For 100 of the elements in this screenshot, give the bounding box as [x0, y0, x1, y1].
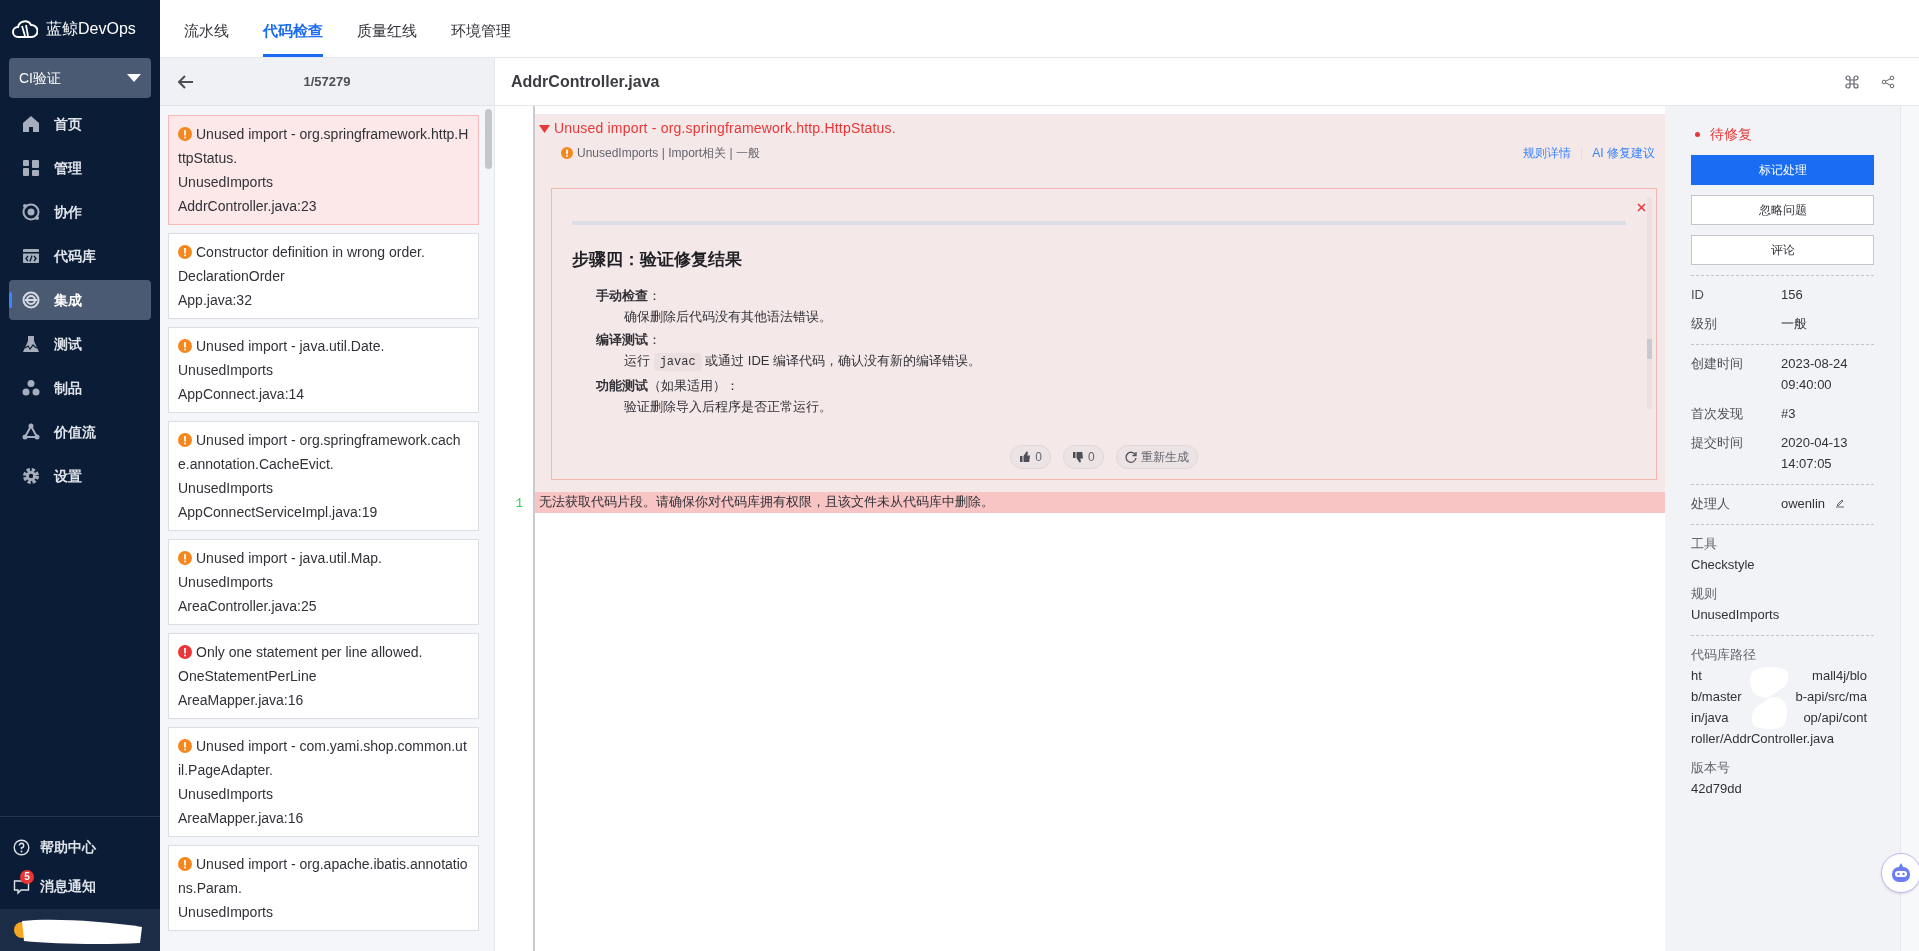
field-value: 42d79dd [1691, 780, 1743, 798]
line-number: 1 [514, 496, 524, 513]
issue-card[interactable]: Constructor definition in wrong order. DeclarationOrder App.java:32 [168, 233, 479, 319]
caret-down-icon [127, 74, 141, 82]
field-label: 创建时间 [1691, 355, 1744, 373]
path-fragment: b-api/src/ma [1795, 688, 1867, 706]
rule-name: UnusedImports [178, 785, 274, 804]
project-dropdown[interactable]: CI验证 [9, 58, 151, 98]
issue-card[interactable]: Unused import - org.springframework.http.HttpStatus. UnusedImports AddrController.java:23 [168, 115, 479, 225]
issue-card[interactable]: Unused import - org.springframework.cache.annotation.CacheEvict. UnusedImports AppConnectServiceImpl.java:19 [168, 421, 479, 531]
path-fragment: in/java [1691, 709, 1729, 727]
path-fragment: b/master [1691, 688, 1742, 706]
dislike-button[interactable]: 0 [1063, 445, 1104, 469]
issue-message: Unused import - org.apache.ibatis.annotations.Param. [178, 855, 469, 898]
field-label: 提交时间 [1691, 434, 1744, 452]
edit-icon[interactable] [1835, 498, 1846, 508]
step-description: 确保删除后代码没有其他语法错误。 [623, 307, 833, 326]
issue-counter: 1/57279 [303, 72, 351, 91]
like-button[interactable]: 0 [1010, 445, 1051, 469]
field-value: 一般 [1781, 315, 1808, 333]
file-location: AppConnect.java:14 [178, 385, 306, 404]
issue-card[interactable]: Unused import - com.yami.shop.common.util.PageAdapter. UnusedImports AreaMapper.java:16 [168, 727, 479, 837]
top-tab[interactable]: 质量红线 [357, 9, 417, 57]
issue-message: Unused import - java.util.Date. [178, 334, 469, 358]
issue-message: Unused import - java.util.Map. [178, 546, 469, 570]
issue-message: Unused import - org.springframework.cache.annotation.CacheEvict. [178, 431, 462, 474]
artifact-icon [22, 379, 40, 397]
nav-item[interactable]: 设置 [9, 456, 151, 496]
issue-meta: UnusedImports | Import相关 | 一般 [561, 144, 760, 162]
caret-down-icon[interactable] [539, 123, 550, 134]
step-title: 手动检查： [596, 286, 662, 305]
path-fragment: ht [1691, 667, 1702, 685]
step-description: 验证删除导入后程序是否正常运行。 [623, 397, 833, 416]
issue-card[interactable]: Unused import - org.apache.ibatis.annotations.Param. UnusedImports [168, 845, 479, 931]
share-icon[interactable] [1881, 74, 1895, 89]
top-tab[interactable]: 环境管理 [451, 9, 511, 57]
nav-item[interactable]: 测试 [9, 324, 151, 364]
issue-card[interactable]: Unused import - java.util.Date. UnusedImports AppConnect.java:14 [168, 327, 479, 413]
step-description: 运行 javac 或通过 IDE 编译代码，确认没有新的编译错误。 [623, 351, 983, 373]
thumbs-up-icon [1019, 451, 1032, 463]
settings-icon [22, 467, 40, 485]
close-icon[interactable] [1637, 203, 1646, 212]
nav-footer-item[interactable]: 帮助中心 [0, 831, 160, 858]
status-label: 待修复 [1710, 125, 1752, 144]
field-value: owenlin [1781, 495, 1826, 513]
file-location: AreaMapper.java:16 [178, 691, 305, 710]
refresh-icon [1124, 451, 1137, 463]
step-title: 功能测试（如果适用）： [596, 376, 740, 395]
nav-item[interactable]: 集成 [9, 280, 151, 320]
field-label: 首次发现 [1691, 405, 1744, 423]
home-icon [22, 115, 40, 133]
nav-item[interactable]: 协作 [9, 192, 151, 232]
issue-card[interactable]: Unused import - java.util.Map. UnusedImports AreaController.java:25 [168, 539, 479, 625]
file-location: App.java:32 [178, 291, 253, 310]
issue-message: Unused import - com.yami.shop.common.util.PageAdapter. [178, 737, 468, 780]
field-label: 级别 [1691, 315, 1718, 333]
field-value: 2020-04-13 14:07:05 [1781, 434, 1849, 473]
top-tab[interactable]: 流水线 [184, 9, 229, 57]
code-repo-icon [22, 247, 40, 265]
path-fragment: op/api/cont [1803, 709, 1867, 727]
issue-message: Unused import - org.springframework.http.HttpStatus. [178, 125, 469, 168]
flask-icon [22, 335, 40, 353]
nav-item[interactable]: 价值流 [9, 412, 151, 452]
step-heading: 步骤四：验证修复结果 [572, 249, 743, 271]
field-label: 代码库路径 [1691, 646, 1757, 664]
field-value: 2023-08-24 09:40:00 [1781, 355, 1849, 394]
message-icon [13, 878, 30, 895]
file-location: AreaController.java:25 [178, 597, 318, 616]
nav-item[interactable]: 代码库 [9, 236, 151, 276]
robot-icon [1889, 861, 1913, 885]
nav-item[interactable]: 首页 [9, 104, 151, 144]
field-value: UnusedImports [1691, 606, 1781, 624]
field-label: 工具 [1691, 535, 1718, 553]
rule-name: UnusedImports [178, 361, 274, 380]
step-title: 编译测试： [596, 330, 662, 349]
action-button[interactable]: 标记处理 [1691, 155, 1874, 185]
regenerate-button[interactable]: 重新生成 [1115, 445, 1198, 469]
grid-icon [22, 159, 40, 177]
nav-item[interactable]: 制品 [9, 368, 151, 408]
back-arrow-icon[interactable] [178, 74, 194, 89]
field-value: Checkstyle [1691, 556, 1756, 574]
collaboration-icon [22, 203, 40, 221]
thumbs-down-icon [1072, 451, 1084, 463]
scrollbar[interactable] [1647, 339, 1652, 359]
issue-card[interactable]: Only one statement per line allowed. OneStatementPerLine AreaMapper.java:16 [168, 633, 479, 719]
rule-name: DeclarationOrder [178, 267, 286, 286]
brand-name: 蓝鲸DevOps [46, 19, 136, 39]
field-label: 版本号 [1691, 759, 1731, 777]
action-button[interactable]: 忽略问题 [1691, 195, 1874, 225]
nav-footer-item[interactable]: 消息通知 5 [0, 870, 160, 897]
cloud-logo-icon [12, 18, 38, 40]
rule-name: UnusedImports [178, 903, 274, 922]
rule-name: UnusedImports [178, 173, 274, 192]
action-button[interactable]: 评论 [1691, 235, 1874, 265]
issue-title: Unused import - org.springframework.http.HttpStatus. [554, 119, 896, 138]
integration-icon [22, 291, 40, 309]
file-location: AreaMapper.java:16 [178, 809, 305, 828]
command-key-icon[interactable] [1845, 74, 1859, 89]
notification-badge: 5 [20, 870, 34, 884]
nav-item[interactable]: 管理 [9, 148, 151, 188]
